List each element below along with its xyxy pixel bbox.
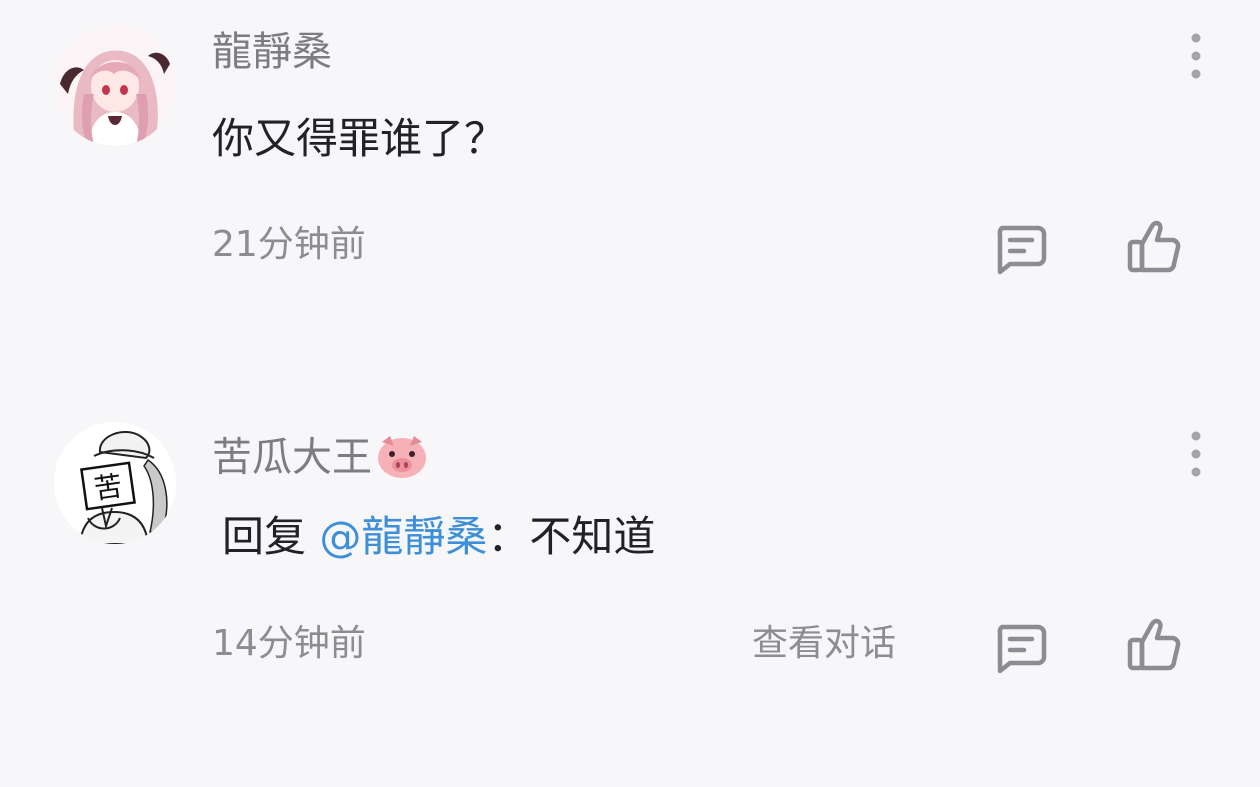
more-vertical-icon bbox=[1191, 431, 1201, 477]
reply-button[interactable] bbox=[990, 617, 1050, 677]
comment-item: 苦 苦瓜大王 回复 @龍靜桑：不知道 14分钟前 查看对话 bbox=[0, 0, 1260, 787]
sketch-character-avatar-image: 苦 bbox=[54, 422, 176, 544]
pig-face-icon bbox=[374, 432, 430, 487]
comment-time: 14分钟前 bbox=[212, 623, 366, 664]
like-button[interactable] bbox=[1124, 614, 1184, 674]
mention-link[interactable]: @龍靜桑 bbox=[319, 512, 487, 561]
reply-separator: ： bbox=[487, 512, 530, 561]
comment-bubble-icon bbox=[997, 624, 1047, 674]
more-options-button[interactable] bbox=[1182, 428, 1210, 484]
avatar[interactable]: 苦 bbox=[54, 422, 176, 544]
avatar-glyph: 苦 bbox=[92, 469, 124, 506]
username-text: 苦瓜大王 bbox=[212, 434, 372, 481]
username[interactable]: 苦瓜大王 bbox=[212, 432, 430, 487]
view-conversation-link[interactable]: 查看对话 bbox=[752, 626, 896, 662]
comment-text: 回复 @龍靜桑：不知道 bbox=[222, 516, 655, 558]
reply-prefix: 回复 bbox=[222, 512, 320, 561]
reply-content: 不知道 bbox=[529, 512, 656, 561]
thumbs-up-icon bbox=[1127, 618, 1181, 671]
